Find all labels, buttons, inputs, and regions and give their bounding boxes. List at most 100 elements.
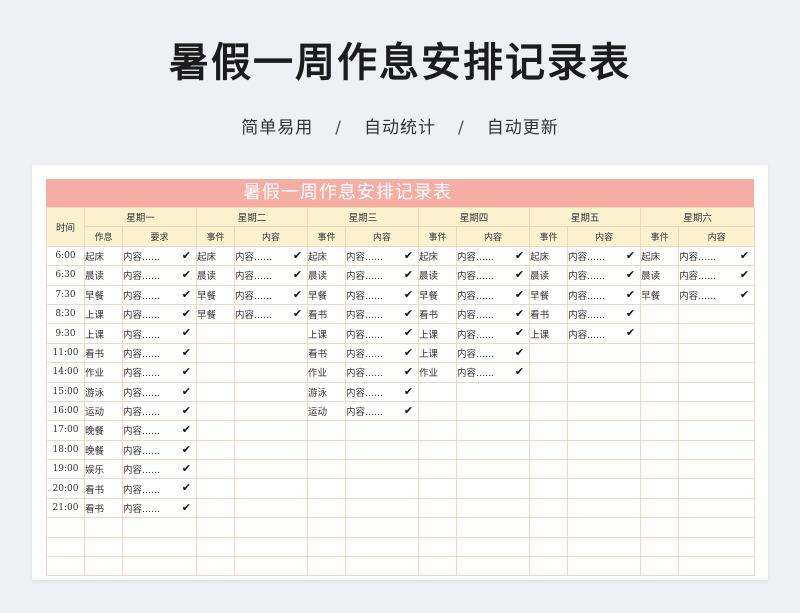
event-cell[interactable]: 早餐: [418, 284, 458, 305]
content-cell[interactable]: [567, 362, 642, 383]
content-cell[interactable]: [234, 420, 309, 441]
content-cell[interactable]: [345, 439, 420, 461]
content-cell[interactable]: [567, 536, 642, 558]
event-cell[interactable]: 早餐: [529, 284, 569, 305]
content-cell[interactable]: [121, 517, 198, 538]
event-cell[interactable]: [196, 536, 236, 558]
content-cell[interactable]: [567, 381, 642, 402]
event-cell[interactable]: [640, 459, 680, 480]
event-cell[interactable]: 看书: [307, 342, 347, 364]
event-cell[interactable]: [640, 517, 680, 538]
content-cell[interactable]: [678, 400, 756, 422]
event-cell[interactable]: 起床: [196, 245, 236, 267]
event-cell[interactable]: [529, 478, 569, 499]
content-cell[interactable]: 内容...... ✔: [456, 303, 531, 325]
event-cell[interactable]: 游泳: [84, 381, 123, 402]
event-cell[interactable]: [307, 439, 347, 461]
event-cell[interactable]: 看书: [84, 342, 123, 364]
event-cell[interactable]: [307, 556, 347, 577]
event-cell[interactable]: [196, 381, 236, 402]
event-cell[interactable]: 运动: [307, 400, 347, 422]
event-cell[interactable]: 晚餐: [84, 420, 123, 441]
content-cell[interactable]: 内容...... ✔: [121, 342, 198, 364]
time-cell[interactable]: 6:00: [46, 245, 85, 267]
content-cell[interactable]: 内容...... ✔: [121, 381, 198, 402]
content-cell[interactable]: 内容...... ✔: [678, 284, 756, 305]
content-cell[interactable]: [567, 342, 642, 364]
event-cell[interactable]: 作业: [418, 362, 458, 383]
content-cell[interactable]: [456, 459, 531, 480]
content-cell[interactable]: 内容...... ✔: [456, 265, 531, 286]
content-cell[interactable]: [678, 342, 756, 364]
time-cell[interactable]: 14:00: [46, 362, 85, 383]
content-cell[interactable]: [456, 381, 531, 402]
content-cell[interactable]: 内容...... ✔: [345, 342, 420, 364]
event-cell[interactable]: [529, 420, 569, 441]
event-cell[interactable]: 晨读: [640, 265, 680, 286]
content-cell[interactable]: [234, 400, 309, 422]
content-cell[interactable]: 内容...... ✔: [234, 303, 309, 325]
content-cell[interactable]: [456, 420, 531, 441]
event-cell[interactable]: [307, 420, 347, 441]
event-cell[interactable]: 晨读: [307, 265, 347, 286]
content-cell[interactable]: 内容...... ✔: [567, 284, 642, 305]
content-cell[interactable]: [234, 362, 309, 383]
time-cell[interactable]: 16:00: [46, 400, 85, 422]
content-cell[interactable]: 内容...... ✔: [567, 323, 642, 344]
content-cell[interactable]: [345, 459, 420, 480]
event-cell[interactable]: [529, 439, 569, 461]
content-cell[interactable]: [345, 556, 420, 577]
content-cell[interactable]: [345, 517, 420, 538]
event-cell[interactable]: [307, 497, 347, 519]
time-cell[interactable]: [46, 536, 85, 558]
event-cell[interactable]: [640, 323, 680, 344]
content-cell[interactable]: [678, 323, 756, 344]
event-cell[interactable]: 晨读: [418, 265, 458, 286]
time-cell[interactable]: 9:30: [46, 323, 85, 344]
event-cell[interactable]: [640, 400, 680, 422]
content-cell[interactable]: 内容...... ✔: [345, 265, 420, 286]
content-cell[interactable]: [678, 517, 756, 538]
event-cell[interactable]: [196, 556, 236, 577]
time-cell[interactable]: 21:00: [46, 497, 85, 519]
content-cell[interactable]: 内容...... ✔: [678, 265, 756, 286]
event-cell[interactable]: 起床: [84, 245, 123, 267]
content-cell[interactable]: 内容...... ✔: [345, 381, 420, 402]
content-cell[interactable]: 内容...... ✔: [121, 400, 198, 422]
content-cell[interactable]: [567, 478, 642, 499]
event-cell[interactable]: 运动: [84, 400, 123, 422]
content-cell[interactable]: [345, 420, 420, 441]
event-cell[interactable]: [529, 517, 569, 538]
content-cell[interactable]: 内容...... ✔: [121, 245, 198, 267]
event-cell[interactable]: [196, 420, 236, 441]
event-cell[interactable]: [196, 459, 236, 480]
event-cell[interactable]: 上课: [418, 323, 458, 344]
content-cell[interactable]: [567, 439, 642, 461]
content-cell[interactable]: 内容...... ✔: [345, 362, 420, 383]
event-cell[interactable]: [529, 556, 569, 577]
content-cell[interactable]: 内容...... ✔: [121, 303, 198, 325]
event-cell[interactable]: 作业: [84, 362, 123, 383]
content-cell[interactable]: [234, 323, 309, 344]
event-cell[interactable]: 早餐: [196, 284, 236, 305]
content-cell[interactable]: 内容...... ✔: [121, 323, 198, 344]
event-cell[interactable]: [196, 517, 236, 538]
event-cell[interactable]: 早餐: [307, 284, 347, 305]
content-cell[interactable]: [234, 439, 309, 461]
content-cell[interactable]: [456, 497, 531, 519]
event-cell[interactable]: 娱乐: [84, 459, 123, 480]
content-cell[interactable]: 内容...... ✔: [345, 245, 420, 267]
content-cell[interactable]: [567, 497, 642, 519]
content-cell[interactable]: 内容...... ✔: [121, 478, 198, 499]
time-cell[interactable]: 18:00: [46, 439, 85, 461]
time-cell[interactable]: 7:30: [46, 284, 85, 305]
content-cell[interactable]: [345, 478, 420, 499]
event-cell[interactable]: [84, 517, 123, 538]
event-cell[interactable]: [418, 497, 458, 519]
event-cell[interactable]: 起床: [418, 245, 458, 267]
event-cell[interactable]: 看书: [418, 303, 458, 325]
content-cell[interactable]: 内容...... ✔: [567, 303, 642, 325]
content-cell[interactable]: 内容...... ✔: [456, 323, 531, 344]
content-cell[interactable]: [567, 459, 642, 480]
content-cell[interactable]: [234, 381, 309, 402]
